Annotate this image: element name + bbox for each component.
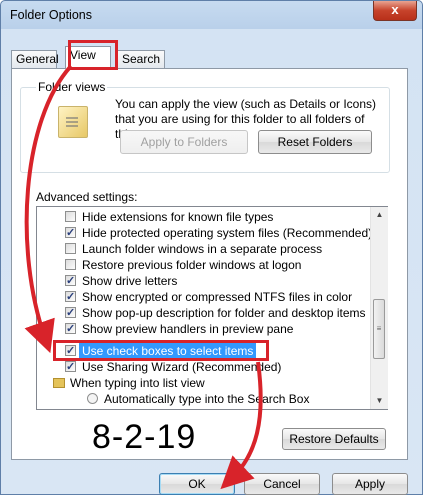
cancel-button[interactable]: Cancel [244, 473, 320, 495]
advanced-settings-label: Advanced settings: [36, 190, 138, 204]
checkbox[interactable] [65, 243, 76, 254]
scroll-thumb[interactable]: ≡ [373, 299, 385, 359]
checkbox[interactable] [65, 211, 76, 222]
radio-button[interactable] [87, 393, 98, 404]
restore-defaults-button[interactable]: Restore Defaults [282, 428, 386, 450]
close-button[interactable]: x [373, 1, 417, 21]
vertical-scrollbar[interactable]: ▲ ≡ ▼ [370, 207, 388, 409]
checkbox[interactable] [65, 305, 76, 321]
checkbox[interactable] [65, 359, 76, 375]
list-item-label: Hide protected operating system files (R… [82, 226, 373, 240]
checkbox[interactable] [65, 225, 76, 241]
list-item-label: When typing into list view [70, 376, 205, 390]
handwritten-date-annotation: 8-2-19 [92, 418, 197, 456]
close-icon: x [391, 2, 399, 17]
list-item-label: Use Sharing Wizard (Recommended) [82, 360, 282, 374]
list-item-label: Show preview handlers in preview pane [82, 322, 294, 336]
folder-views-label: Folder views [36, 80, 108, 94]
apply-button[interactable]: Apply [332, 473, 408, 495]
list-item-label: Launch folder windows in a separate proc… [82, 242, 323, 256]
tab-search[interactable]: Search [117, 50, 165, 68]
checkbox-row-annotation-box [53, 340, 269, 361]
scroll-down-icon[interactable]: ▼ [371, 393, 388, 409]
title-bar[interactable]: Folder Options x [1, 1, 422, 29]
checkbox[interactable] [65, 259, 76, 270]
view-tab-annotation-box [68, 40, 118, 70]
list-item-label: Restore previous folder windows at logon [82, 258, 302, 272]
scroll-up-icon[interactable]: ▲ [371, 207, 388, 223]
list-item-label: Automatically type into the Search Box [104, 392, 310, 406]
tab-general[interactable]: General [11, 50, 59, 68]
folder-icon [53, 378, 65, 388]
ok-button[interactable]: OK [159, 473, 235, 495]
list-item-label: Show encrypted or compressed NTFS files … [82, 290, 353, 304]
list-item-label: Hide extensions for known file types [82, 210, 274, 224]
list-item-label: Show drive letters [82, 274, 178, 288]
checkbox[interactable] [65, 273, 76, 289]
checkbox[interactable] [65, 321, 76, 337]
reset-folders-button[interactable]: Reset Folders [258, 130, 372, 154]
window-title: Folder Options [10, 8, 92, 22]
grip-icon: ≡ [376, 324, 382, 333]
folder-views-icon [58, 106, 88, 138]
advanced-settings-list[interactable]: Hide extensions for known file types Hid… [36, 206, 388, 410]
apply-to-folders-button[interactable]: Apply to Folders [120, 130, 248, 154]
checkbox[interactable] [65, 289, 76, 305]
list-item-label: Show pop-up description for folder and d… [82, 306, 366, 320]
